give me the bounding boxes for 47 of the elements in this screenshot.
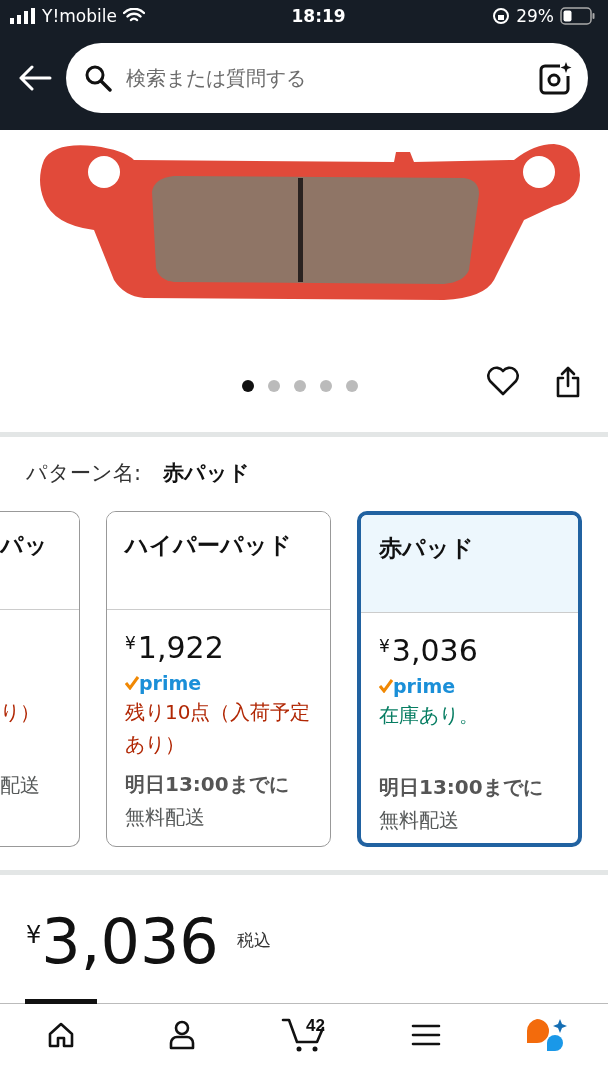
currency-symbol: ¥: [379, 635, 390, 656]
delivery-note: 無料配送: [125, 804, 205, 829]
price-amount: 3,036: [41, 911, 219, 974]
carrier-name: Y!mobile: [42, 6, 117, 26]
carousel-dot[interactable]: [294, 379, 306, 392]
share-icon[interactable]: [554, 365, 582, 398]
clock-time: 18:19: [291, 6, 346, 26]
battery-icon: [560, 7, 596, 25]
option-card[interactable]: 赤パッド ¥3,036 prime 在庫あり。 明日13:00までに 無料配送: [357, 510, 582, 847]
delivery-time: 明日13:00までに: [125, 771, 289, 796]
tax-label: 税込: [236, 929, 271, 953]
camera-icon[interactable]: [538, 61, 572, 95]
wifi-icon: [122, 8, 145, 24]
option-name: ハイパーパッド: [125, 531, 292, 558]
pattern-value: 赤パッド: [163, 459, 251, 487]
heart-icon[interactable]: [486, 365, 520, 396]
search-bar[interactable]: 検索または質問する: [66, 43, 588, 113]
option-price: 1,922: [137, 629, 224, 665]
prime-label: prime: [393, 674, 456, 697]
delivery-note: 無料配送: [379, 807, 459, 832]
carousel-dot[interactable]: [242, 379, 254, 392]
delivery-note: 配送: [0, 772, 40, 797]
stock-status: 残り10点（入荷予定あり）: [125, 699, 311, 756]
search-field[interactable]: 検索または質問する: [124, 65, 526, 91]
stock-status: 在庫あり。: [379, 702, 479, 727]
currency-symbol: ¥: [125, 632, 136, 653]
rotation-lock-icon: [492, 7, 511, 25]
check-icon: [125, 675, 139, 690]
carousel-dot[interactable]: [268, 379, 280, 392]
pattern-label: パターン名:: [26, 459, 142, 487]
signal-icon: [10, 8, 36, 24]
battery-percent: 29%: [516, 6, 554, 26]
search-icon: [84, 64, 112, 92]
currency-symbol: ¥: [26, 921, 42, 950]
nav-tab[interactable]: 42: [268, 999, 340, 1066]
delivery-time: 明日13:00までに: [379, 774, 543, 799]
check-icon: [379, 678, 393, 693]
carousel-dot[interactable]: [320, 379, 332, 392]
stock-status: り）: [0, 699, 40, 724]
option-price: 3,036: [391, 632, 478, 668]
menu-icon: [410, 1022, 441, 1047]
cart-count: 42: [306, 1016, 325, 1037]
option-name: 赤パッド: [379, 534, 474, 561]
back-arrow-icon[interactable]: [18, 65, 52, 91]
carousel-dot[interactable]: [346, 379, 358, 392]
option-card[interactable]: ハイパーパッド ¥1,922 prime 残り10点（入荷予定あり） 明日13:00までに 無料配送: [106, 510, 331, 847]
prime-label: prime: [139, 671, 202, 694]
